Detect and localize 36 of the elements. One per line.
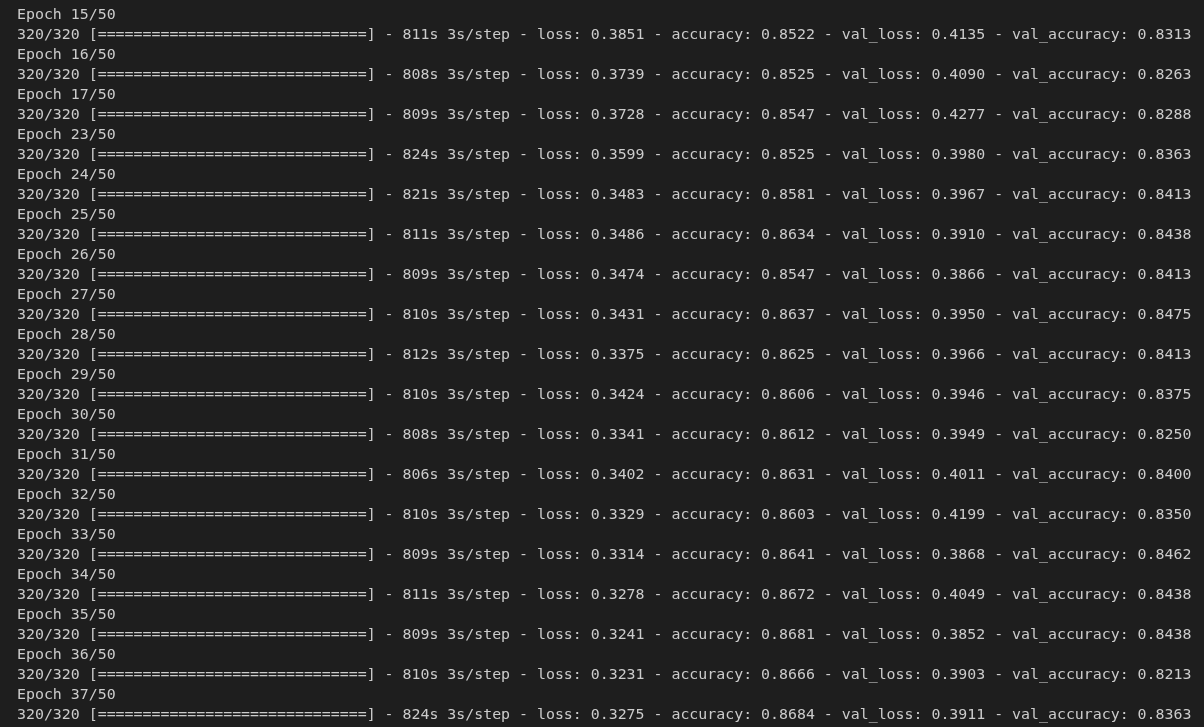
- output-line: 320/320 [==============================] - 824s 3s/step - loss: 0.3275 - accuracy: 0.8684 - val_loss: 0.3911 - val_accuracy: 0.8363: [17, 705, 1192, 723]
- output-line: Epoch 23/50: [17, 125, 116, 143]
- output-line: 320/320 [==============================] - 810s 3s/step - loss: 0.3424 - accuracy: 0.8606 - val_loss: 0.3946 - val_accuracy: 0.8375: [17, 385, 1192, 403]
- output-line: 320/320 [==============================] - 809s 3s/step - loss: 0.3728 - accuracy: 0.8547 - val_loss: 0.4277 - val_accuracy: 0.8288: [17, 105, 1192, 123]
- output-line: Epoch 31/50: [17, 445, 116, 463]
- output-line: Epoch 33/50: [17, 525, 116, 543]
- output-line: Epoch 15/50: [17, 5, 116, 23]
- output-line: 320/320 [==============================] - 812s 3s/step - loss: 0.3375 - accuracy: 0.8625 - val_loss: 0.3966 - val_accuracy: 0.8413: [17, 345, 1192, 363]
- output-line: Epoch 32/50: [17, 485, 116, 503]
- output-line: Epoch 30/50: [17, 405, 116, 423]
- output-line: 320/320 [==============================] - 806s 3s/step - loss: 0.3402 - accuracy: 0.8631 - val_loss: 0.4011 - val_accuracy: 0.8400: [17, 465, 1192, 483]
- output-line: 320/320 [==============================] - 811s 3s/step - loss: 0.3486 - accuracy: 0.8634 - val_loss: 0.3910 - val_accuracy: 0.8438: [17, 225, 1192, 243]
- output-line: 320/320 [==============================] - 808s 3s/step - loss: 0.3739 - accuracy: 0.8525 - val_loss: 0.4090 - val_accuracy: 0.8263: [17, 65, 1192, 83]
- output-line: 320/320 [==============================] - 809s 3s/step - loss: 0.3314 - accuracy: 0.8641 - val_loss: 0.3868 - val_accuracy: 0.8462: [17, 545, 1192, 563]
- output-line: 320/320 [==============================] - 810s 3s/step - loss: 0.3329 - accuracy: 0.8603 - val_loss: 0.4199 - val_accuracy: 0.8350: [17, 505, 1192, 523]
- output-line: Epoch 25/50: [17, 205, 116, 223]
- output-line: Epoch 36/50: [17, 645, 116, 663]
- output-line: Epoch 16/50: [17, 45, 116, 63]
- output-line: Epoch 34/50: [17, 565, 116, 583]
- output-line: 320/320 [==============================] - 824s 3s/step - loss: 0.3599 - accuracy: 0.8525 - val_loss: 0.3980 - val_accuracy: 0.8363: [17, 145, 1192, 163]
- output-line: Epoch 27/50: [17, 285, 116, 303]
- output-line: 320/320 [==============================] - 809s 3s/step - loss: 0.3474 - accuracy: 0.8547 - val_loss: 0.3866 - val_accuracy: 0.8413: [17, 265, 1192, 283]
- output-line: 320/320 [==============================] - 810s 3s/step - loss: 0.3231 - accuracy: 0.8666 - val_loss: 0.3903 - val_accuracy: 0.8213: [17, 665, 1192, 683]
- output-line: Epoch 24/50: [17, 165, 116, 183]
- output-line: Epoch 37/50: [17, 685, 116, 703]
- output-line: Epoch 28/50: [17, 325, 116, 343]
- output-line: Epoch 17/50: [17, 85, 116, 103]
- output-line: 320/320 [==============================] - 809s 3s/step - loss: 0.3241 - accuracy: 0.8681 - val_loss: 0.3852 - val_accuracy: 0.8438: [17, 625, 1192, 643]
- output-line: Epoch 35/50: [17, 605, 116, 623]
- output-line: 320/320 [==============================] - 811s 3s/step - loss: 0.3851 - accuracy: 0.8522 - val_loss: 0.4135 - val_accuracy: 0.8313: [17, 25, 1192, 43]
- output-line: 320/320 [==============================] - 808s 3s/step - loss: 0.3341 - accuracy: 0.8612 - val_loss: 0.3949 - val_accuracy: 0.8250: [17, 425, 1192, 443]
- output-line: 320/320 [==============================] - 811s 3s/step - loss: 0.3278 - accuracy: 0.8672 - val_loss: 0.4049 - val_accuracy: 0.8438: [17, 585, 1192, 603]
- output-line: Epoch 29/50: [17, 365, 116, 383]
- output-line: 320/320 [==============================] - 810s 3s/step - loss: 0.3431 - accuracy: 0.8637 - val_loss: 0.3950 - val_accuracy: 0.8475: [17, 305, 1192, 323]
- output-line: 320/320 [==============================] - 821s 3s/step - loss: 0.3483 - accuracy: 0.8581 - val_loss: 0.3967 - val_accuracy: 0.8413: [17, 185, 1192, 203]
- output-line: Epoch 26/50: [17, 245, 116, 263]
